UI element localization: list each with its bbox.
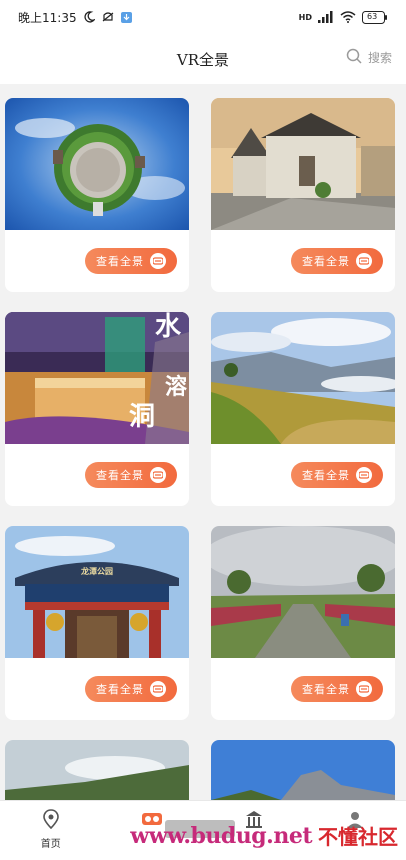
view-panorama-button[interactable]: 查看全景: [291, 676, 383, 702]
watermark-text: 不懂社区: [318, 825, 398, 849]
view-panorama-button[interactable]: 查看全景: [85, 248, 177, 274]
park-gate-photo: 龙潭公园: [5, 526, 189, 658]
panorama-card[interactable]: [5, 740, 189, 800]
vr-icon: [356, 467, 372, 483]
cave-overlay-char-3: 洞: [128, 402, 155, 432]
battery-level: 63: [367, 11, 378, 21]
status-time: 晚上11:35: [18, 10, 77, 25]
search-icon: [346, 48, 362, 67]
panorama-card[interactable]: 水 溶 洞 查看全景: [5, 312, 189, 506]
network-type: HD: [298, 12, 312, 22]
card-footer: 查看全景: [211, 444, 395, 506]
notification-off-icon: [101, 11, 115, 23]
moon-icon: [83, 11, 95, 23]
vr-icon: [356, 253, 372, 269]
view-panorama-button[interactable]: 查看全景: [85, 462, 177, 488]
rock-peak-photo: [211, 740, 395, 800]
view-panorama-label: 查看全景: [302, 469, 350, 482]
cave-overlay-char-2: 溶: [164, 374, 187, 400]
watermark-url: www.budug.net: [130, 822, 312, 849]
view-panorama-label: 查看全景: [302, 255, 350, 268]
mountain-sky-photo: [5, 740, 189, 800]
cave-overlay-char-1: 水: [154, 312, 181, 342]
location-pin-icon: [41, 809, 61, 832]
watermark: www.budug.net 不懂社区: [130, 821, 398, 850]
status-left: 晚上11:35: [18, 9, 132, 26]
view-panorama-button[interactable]: 查看全景: [291, 248, 383, 274]
terraced-hills-photo: [211, 312, 395, 444]
view-panorama-label: 查看全景: [96, 469, 144, 482]
old-town-street-photo: [211, 98, 395, 230]
battery-icon: 63: [362, 10, 388, 24]
nav-item-home[interactable]: 首页: [0, 809, 102, 850]
vr-icon: [150, 681, 166, 697]
view-panorama-button[interactable]: 查看全景: [85, 676, 177, 702]
download-icon: [120, 11, 132, 23]
wifi-icon: [340, 11, 356, 23]
panorama-card[interactable]: 查看全景: [211, 98, 395, 292]
vr-icon: [356, 681, 372, 697]
card-footer: 查看全景: [5, 444, 189, 506]
card-footer: 查看全景: [211, 658, 395, 720]
panorama-card[interactable]: 龙潭公园 查看全景: [5, 526, 189, 720]
panorama-card[interactable]: 查看全景: [211, 312, 395, 506]
signal-icon: [318, 11, 334, 23]
status-bar: 晚上11:35 HD 63: [0, 0, 406, 34]
view-panorama-button[interactable]: 查看全景: [291, 462, 383, 488]
nav-label-home: 首页: [40, 839, 61, 850]
cave-waterfall-photo: 水 溶 洞: [5, 312, 189, 444]
garden-path-photo: [211, 526, 395, 658]
panorama-list[interactable]: 查看全景 查看全景 水 溶 洞 查看全景 查看全景 龙潭公园 查看全景 查看全景: [0, 90, 406, 800]
card-footer: 查看全景: [211, 230, 395, 292]
tiny-planet-photo: [5, 98, 189, 230]
search-label: 搜索: [367, 51, 392, 65]
vr-icon: [150, 467, 166, 483]
status-right: HD 63: [298, 10, 388, 24]
app-header: VR全景 搜索: [0, 34, 406, 84]
panorama-card[interactable]: [211, 740, 395, 800]
view-panorama-label: 查看全景: [96, 255, 144, 268]
park-sign-text: 龙潭公园: [81, 567, 113, 576]
card-footer: 查看全景: [5, 230, 189, 292]
panorama-card[interactable]: 查看全景: [5, 98, 189, 292]
view-panorama-label: 查看全景: [302, 683, 350, 696]
page-title: VR全景: [176, 50, 230, 69]
card-footer: 查看全景: [5, 658, 189, 720]
view-panorama-label: 查看全景: [96, 683, 144, 696]
panorama-card[interactable]: 查看全景: [211, 526, 395, 720]
search-button[interactable]: 搜索: [346, 48, 392, 67]
vr-icon: [150, 253, 166, 269]
